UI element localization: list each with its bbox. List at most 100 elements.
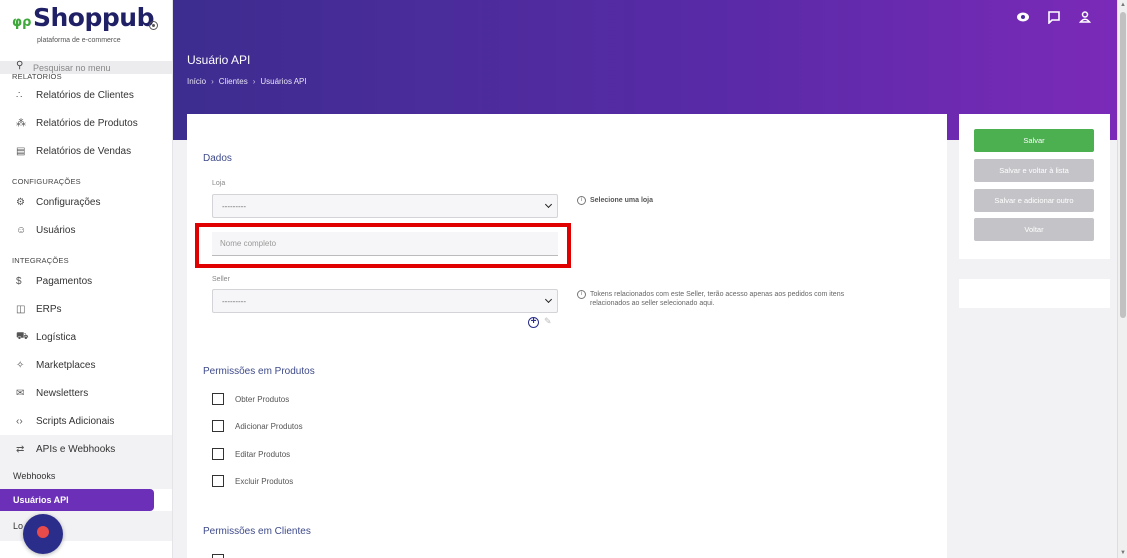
sidebar-toggle-icon[interactable] (149, 21, 158, 30)
checkbox-label: Excluir Produtos (235, 476, 294, 486)
page-title: Usuário API (187, 53, 251, 67)
search-icon: ⚲ (16, 60, 24, 71)
sidebar-item-usuarios[interactable]: ☺ Usuários (0, 216, 172, 244)
sidebar-item-scripts-adicionais[interactable]: ‹› Scripts Adicionais (0, 407, 172, 435)
checkbox[interactable] (212, 554, 224, 558)
sidebar-item-label: Logística (36, 331, 77, 343)
checkbox-label: Editar Produtos (235, 449, 291, 459)
sidebar-item-label: ERPs (36, 303, 62, 315)
seller-hint: i Tokens relacionados com este Seller, t… (577, 290, 877, 308)
breadcrumb: Início › Clientes › Usuários API (187, 77, 307, 86)
checkbox-label: Adicionar Produtos (235, 421, 303, 431)
sidebar-item-relatorios-vendas[interactable]: ▤ Relatórios de Vendas (0, 137, 172, 165)
info-icon: i (577, 290, 586, 299)
checkbox-excluir-produtos[interactable]: Excluir Produtos (212, 475, 293, 487)
section-title-dados: Dados (203, 153, 232, 164)
chat-icon[interactable] (1046, 10, 1062, 27)
scroll-up-icon[interactable]: ▲ (1120, 2, 1126, 8)
breadcrumb-separator: › (252, 77, 256, 86)
breadcrumb-usuarios-api: Usuários API (260, 77, 307, 86)
sidebar-item-marketplaces[interactable]: ✧ Marketplaces (0, 351, 172, 379)
sidebar-subitem-webhooks[interactable]: Webhooks (0, 463, 172, 489)
checkbox-adicionar-produtos[interactable]: Adicionar Produtos (212, 420, 303, 432)
page-scrollbar[interactable]: ▲ ▼ (1117, 0, 1127, 558)
menu-search: ⚲ (0, 60, 172, 74)
breadcrumb-separator: › (211, 77, 214, 86)
sidebar-item-erps[interactable]: ◫ ERPs (0, 295, 172, 323)
sidebar-item-apis-webhooks[interactable]: ⇄ APIs e Webhooks (0, 435, 172, 463)
scroll-down-icon[interactable]: ▼ (1120, 550, 1126, 556)
boxes-icon: ⁂ (16, 117, 26, 129)
sidebar-item-label: Pagamentos (36, 275, 93, 287)
sidebar: φρ Shoppub plataforma de e-commerce ⚲ RE… (0, 0, 173, 558)
secondary-panel (959, 279, 1110, 308)
seller-hint-text: Tokens relacionados com este Seller, ter… (590, 291, 845, 307)
gear-icon: ⚙ (16, 196, 25, 208)
checkbox-clientes-partial[interactable] (212, 554, 224, 558)
shoppub-logo-icon: φρ (12, 15, 32, 30)
section-header-configuracoes: CONFIGURAÇÕES (12, 177, 81, 186)
nome-completo-input[interactable] (212, 232, 558, 255)
sidebar-item-label: Usuários (36, 224, 76, 236)
marketplace-icon: ✧ (16, 359, 25, 371)
section-title-permissoes-produtos: Permissões em Produtos (203, 366, 315, 377)
sidebar-item-pagamentos[interactable]: $ Pagamentos (0, 267, 172, 295)
breadcrumb-inicio[interactable]: Início (187, 77, 206, 86)
sidebar-item-label: Newsletters (36, 387, 89, 399)
actions-panel: Salvar Salvar e voltar à lista Salvar e … (959, 114, 1110, 259)
add-seller-icon[interactable]: + (528, 317, 539, 328)
logo-area: φρ Shoppub plataforma de e-commerce (0, 0, 172, 61)
seller-select[interactable]: --------- (212, 289, 558, 313)
sidebar-item-newsletters[interactable]: ✉ Newsletters (0, 379, 172, 407)
truck-icon: ⛟ (16, 330, 29, 342)
sidebar-item-label: Scripts Adicionais (36, 415, 115, 427)
loja-label: Loja (212, 180, 226, 187)
scroll-thumb[interactable] (1120, 12, 1126, 318)
save-and-back-button[interactable]: Salvar e voltar à lista (974, 159, 1094, 182)
breadcrumb-clientes[interactable]: Clientes (219, 77, 248, 86)
checkbox-editar-produtos[interactable]: Editar Produtos (212, 448, 290, 460)
dollar-icon: $ (16, 275, 22, 287)
erp-icon: ◫ (16, 303, 26, 315)
sidebar-item-label: Relatórios de Vendas (36, 145, 132, 157)
chevron-down-icon (544, 200, 553, 209)
chat-fab-button[interactable] (23, 514, 63, 554)
checkbox[interactable] (212, 475, 224, 487)
loja-select[interactable]: --------- (212, 194, 558, 218)
loja-select-value: --------- (222, 201, 246, 211)
checkbox-obter-produtos[interactable]: Obter Produtos (212, 393, 289, 405)
chevron-down-icon (544, 295, 553, 304)
sidebar-item-configuracoes[interactable]: ⚙ Configurações (0, 188, 172, 216)
user-circle-icon: ☺ (16, 224, 27, 236)
nome-completo-field[interactable] (212, 232, 558, 256)
receipt-icon: ▤ (16, 145, 26, 157)
save-button[interactable]: Salvar (974, 129, 1094, 152)
back-button[interactable]: Voltar (974, 218, 1094, 241)
eye-icon[interactable] (1015, 10, 1031, 27)
arrows-exchange-icon: ⇄ (16, 443, 25, 455)
code-icon: ‹› (16, 415, 23, 427)
section-header-integracoes: INTEGRAÇÕES (12, 256, 69, 265)
form-card: Dados Loja --------- i Selecione uma loj… (187, 114, 947, 558)
checkbox[interactable] (212, 393, 224, 405)
sidebar-item-label: APIs e Webhooks (36, 443, 116, 455)
sidebar-item-label: Relatórios de Produtos (36, 117, 138, 129)
sidebar-item-relatorios-produtos[interactable]: ⁂ Relatórios de Produtos (0, 109, 172, 137)
checkbox[interactable] (212, 448, 224, 460)
people-icon: ∴ (16, 89, 23, 101)
user-icon[interactable] (1077, 10, 1093, 27)
sidebar-item-label: Relatórios de Clientes (36, 89, 134, 101)
sidebar-subitem-usuarios-api[interactable]: Usuários API (0, 489, 154, 511)
menu-search-input[interactable] (33, 61, 163, 74)
sidebar-item-relatorios-clientes[interactable]: ∴ Relatórios de Clientes (0, 81, 172, 109)
seller-label: Seller (212, 276, 230, 283)
checkbox[interactable] (212, 420, 224, 432)
edit-seller-icon[interactable]: ✎ (544, 316, 552, 327)
section-title-permissoes-clientes: Permissões em Clientes (203, 526, 311, 537)
save-and-add-button[interactable]: Salvar e adicionar outro (974, 189, 1094, 212)
loja-hint: i Selecione uma loja (577, 196, 653, 205)
brand-name[interactable]: Shoppub (33, 3, 154, 32)
loja-hint-text: Selecione uma loja (590, 197, 654, 204)
sidebar-item-logistica[interactable]: ⛟ Logística (0, 323, 172, 351)
seller-select-value: --------- (222, 296, 246, 306)
